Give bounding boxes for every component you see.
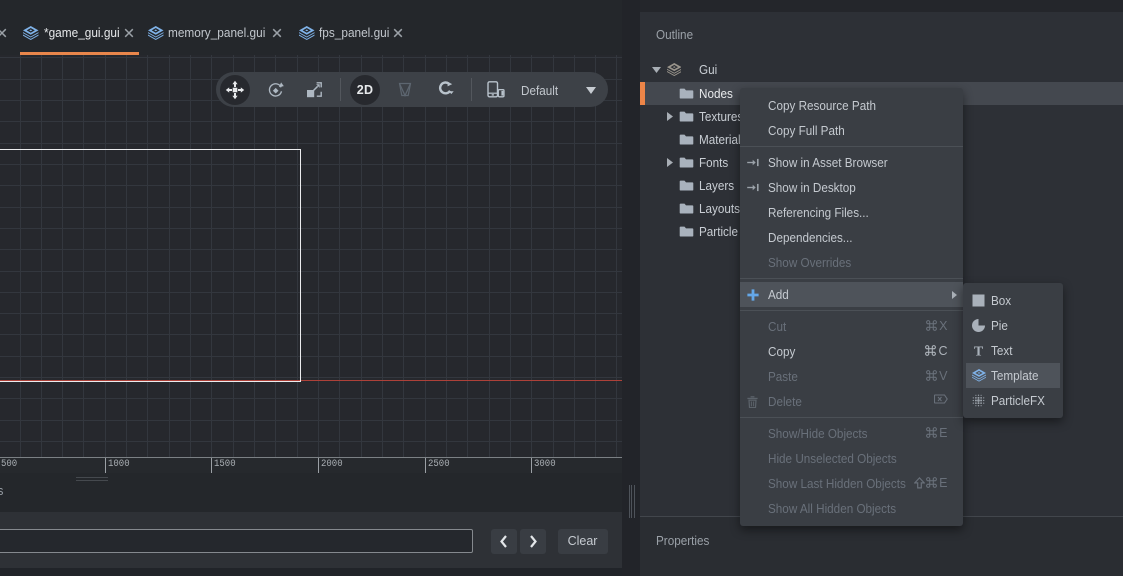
svg-text:T: T — [974, 345, 984, 358]
